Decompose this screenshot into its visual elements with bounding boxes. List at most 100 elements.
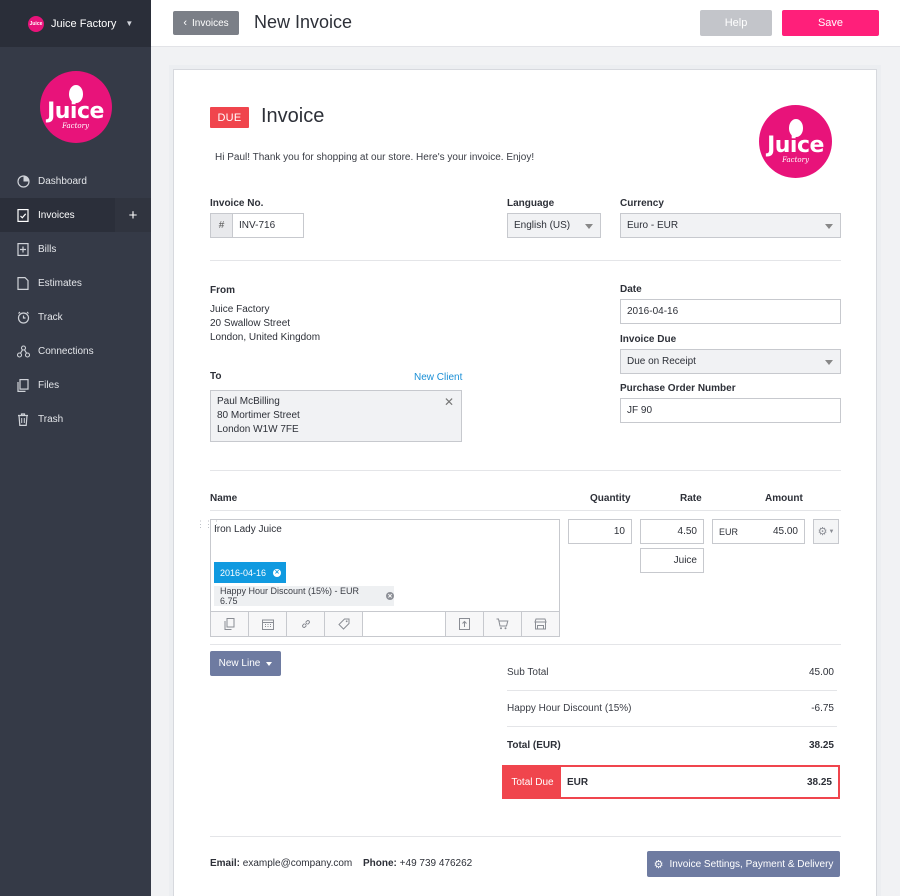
total-row: Total (EUR) 38.25 [507,727,837,763]
invoice-settings-button[interactable]: ⚙ Invoice Settings, Payment & Delivery [647,851,840,877]
from-line: 20 Swallow Street [210,318,291,329]
clock-icon [16,310,30,324]
cart-icon[interactable] [483,612,521,636]
phone-value: +49 739 476262 [399,858,473,869]
divider [210,260,841,261]
link-icon[interactable] [287,612,325,636]
quantity-input[interactable]: 10 [568,519,632,544]
discount-row: Happy Hour Discount (15%) -6.75 [507,691,837,727]
divider [210,510,841,511]
chevron-down-icon [825,360,833,365]
unit-input[interactable]: Juice [640,548,704,573]
column-header-quantity: Quantity [590,493,631,504]
store-icon[interactable] [521,612,559,636]
dashboard-icon [16,174,30,188]
sidebar-item-connections[interactable]: Connections [0,334,151,368]
invoice-logo[interactable]: Juice Factory [759,105,832,178]
sidebar-item-label: Dashboard [38,175,87,187]
top-bar: ‹ Invoices New Invoice Help Save [151,0,900,47]
settings-label: Invoice Settings, Payment & Delivery [669,858,834,870]
divider [210,836,841,837]
email-value: example@company.com [242,858,353,869]
currency-select[interactable]: Euro - EUR [620,213,841,238]
date-label: Date [620,284,642,295]
invoice-due-select[interactable]: Due on Receipt [620,349,841,374]
sidebar-item-label: Estimates [38,277,82,289]
line-item-name: Iron Lady Juice [214,524,282,535]
amount-value: 45.00 [772,526,798,537]
sidebar-item-label: Bills [38,243,57,255]
invoice-number-label: Invoice No. [210,198,264,209]
po-number-field[interactable]: JF 90 [620,398,841,423]
estimate-icon [16,276,30,290]
help-button[interactable]: Help [700,10,772,36]
new-client-link[interactable]: New Client [414,372,462,383]
connections-icon [16,344,30,358]
line-date-tag[interactable]: 2016-04-16 ✕ [214,562,286,583]
upload-icon[interactable] [445,612,483,636]
sidebar-item-label: Track [38,311,63,323]
calendar-icon[interactable] [249,612,287,636]
sidebar-item-invoices[interactable]: Invoices + [0,198,151,232]
line-discount-tag[interactable]: Happy Hour Discount (15%) - EUR 6.75 ✕ [214,586,394,606]
invoice-heading: Invoice [261,105,325,127]
amount-field[interactable]: EUR 45.00 [712,519,805,544]
back-to-invoices-button[interactable]: ‹ Invoices [173,11,239,35]
footer-phone[interactable]: Phone: +49 739 476262 [363,858,472,869]
sidebar-item-files[interactable]: Files [0,368,151,402]
to-line: London W1W 7FE [217,424,299,435]
currency-value: Euro - EUR [627,220,679,231]
workspace-switcher[interactable]: Juice Juice Factory ▼ [0,0,151,47]
subtotal-row: Sub Total 45.00 [507,655,837,691]
sidebar-item-label: Invoices [38,209,75,221]
language-select[interactable]: English (US) [507,213,601,238]
trash-icon [16,412,30,426]
sidebar: Juice Juice Factory ▼ Juice Factory Dash… [0,0,151,896]
tag-icon[interactable] [325,612,363,636]
new-line-label: New Line [218,658,261,669]
sidebar-item-trash[interactable]: Trash [0,402,151,436]
sidebar-item-estimates[interactable]: Estimates [0,266,151,300]
discount-tag-text: Happy Hour Discount (15%) - EUR 6.75 [220,586,360,606]
chevron-down-icon: ▼ [125,19,134,28]
sidebar-item-bills[interactable]: Bills [0,232,151,266]
new-line-button[interactable]: New Line [210,651,281,676]
remove-icon[interactable]: ✕ [273,568,282,577]
close-icon[interactable]: ✕ [444,395,454,409]
line-item-name-box[interactable]: Iron Lady Juice 2016-04-16 ✕ Happy Hour … [210,519,560,637]
greeting-text[interactable]: Hi Paul! Thank you for shopping at our s… [215,152,534,163]
to-line: 80 Mortimer Street [217,410,300,421]
chevron-down-icon: ▼ [828,528,835,535]
discount-label: Happy Hour Discount (15%) [507,703,632,714]
currency-label: Currency [620,198,664,209]
sidebar-item-label: Trash [38,413,64,425]
discount-value: -6.75 [811,703,834,714]
chevron-down-icon [585,224,593,229]
back-button-label: Invoices [191,17,229,29]
sidebar-item-label: Files [38,379,60,391]
gear-icon: ⚙ [817,526,828,538]
remove-icon[interactable]: ✕ [386,592,394,600]
sidebar-nav: Dashboard Invoices + Bills Estimates Tra… [0,164,151,436]
to-label: To [210,371,222,382]
bill-icon [16,242,30,256]
status-badge: DUE [210,107,249,128]
footer-email[interactable]: Email: example@company.com [210,858,352,869]
rate-input[interactable]: 4.50 [640,519,704,544]
duplicate-icon[interactable] [211,612,249,636]
company-logo: Juice Factory [39,71,112,143]
invoice-number-field[interactable]: # INV-716 [210,213,304,238]
from-line: London, United Kingdom [210,332,321,343]
total-value: 38.25 [808,739,834,751]
divider [210,644,841,645]
line-settings-button[interactable]: ⚙ ▼ [813,519,839,544]
column-header-rate: Rate [680,493,702,504]
add-invoice-button[interactable]: + [115,198,151,232]
save-button[interactable]: Save [782,10,879,36]
date-field[interactable]: 2016-04-16 [620,299,841,324]
from-address[interactable]: Juice Factory 20 Swallow Street London, … [210,303,320,345]
client-address-box[interactable]: Paul McBilling 80 Mortimer Street London… [210,390,462,442]
email-label: Email: [210,858,241,869]
sidebar-item-dashboard[interactable]: Dashboard [0,164,151,198]
sidebar-item-track[interactable]: Track [0,300,151,334]
